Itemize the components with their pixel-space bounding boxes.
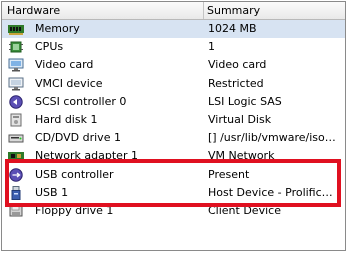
hardware-summary: Virtual Disk [208,112,272,126]
hardware-row-network-adapter-1[interactable]: Network adapter 1 VM Network [2,147,345,165]
usb-device-icon [8,185,24,200]
hard-disk-icon [8,113,24,127]
hardware-row-vmci-device[interactable]: VMCI device Restricted [2,75,345,93]
hardware-summary: [] /usr/lib/vmware/isoi... [208,131,336,145]
hardware-row-usb-controller[interactable]: USB controller Present [2,166,345,184]
hardware-name: USB 1 [35,185,69,199]
hardware-row-video-card[interactable]: Video card Video card [2,56,345,74]
column-header-summary[interactable]: Summary [202,2,347,19]
hardware-summary: Host Device - Prolific U... [208,185,336,199]
hardware-name: Memory [35,22,80,35]
hardware-name: SCSI controller 0 [35,94,127,108]
hardware-summary: Present [208,167,250,181]
hardware-name: Network adapter 1 [35,149,138,163]
usb-controller-icon [8,167,24,182]
network-adapter-icon [8,149,24,163]
hardware-row-memory[interactable]: Memory 1024 MB [2,20,345,39]
vmci-icon [8,77,24,91]
scsi-controller-icon [8,95,24,109]
hardware-name: VMCI device [35,76,103,90]
hardware-name: Hard disk 1 [35,112,98,126]
hardware-row-cpus[interactable]: CPUs 1 [2,38,345,56]
hardware-summary: LSI Logic SAS [208,94,282,108]
hardware-row-hard-disk-1[interactable]: Hard disk 1 Virtual Disk [2,111,345,129]
hardware-rows: Memory 1024 MB CPUs 1 Video card Video c… [2,20,345,220]
memory-icon [8,22,24,36]
hardware-name: CD/DVD drive 1 [35,131,121,145]
hardware-summary: VM Network [208,149,275,163]
monitor-icon [8,58,24,72]
hardware-row-floppy-drive-1[interactable]: Floppy drive 1 Client Device [2,202,345,220]
floppy-icon [8,204,24,218]
cd-dvd-icon [8,131,24,145]
hardware-name: Floppy drive 1 [35,203,114,217]
hardware-name: CPUs [35,40,64,54]
hardware-row-usb-1[interactable]: USB 1 Host Device - Prolific U... [2,184,345,202]
hardware-row-scsi-controller-0[interactable]: SCSI controller 0 LSI Logic SAS [2,93,345,111]
hardware-row-cd-dvd-drive-1[interactable]: CD/DVD drive 1 [] /usr/lib/vmware/isoi..… [2,129,345,147]
hardware-name: Video card [35,58,94,72]
cpu-icon [8,40,24,54]
hardware-summary: Restricted [208,76,264,90]
hardware-summary: 1024 MB [208,22,257,35]
hardware-summary: Client Device [208,203,281,217]
list-header: Hardware Summary [2,2,345,20]
hardware-list: Hardware Summary Memory 1024 MB CPUs 1 V… [1,1,346,251]
column-header-hardware[interactable]: Hardware [2,2,204,19]
hardware-summary: Video card [208,58,267,72]
hardware-summary: 1 [208,40,215,54]
hardware-name: USB controller [35,167,114,181]
